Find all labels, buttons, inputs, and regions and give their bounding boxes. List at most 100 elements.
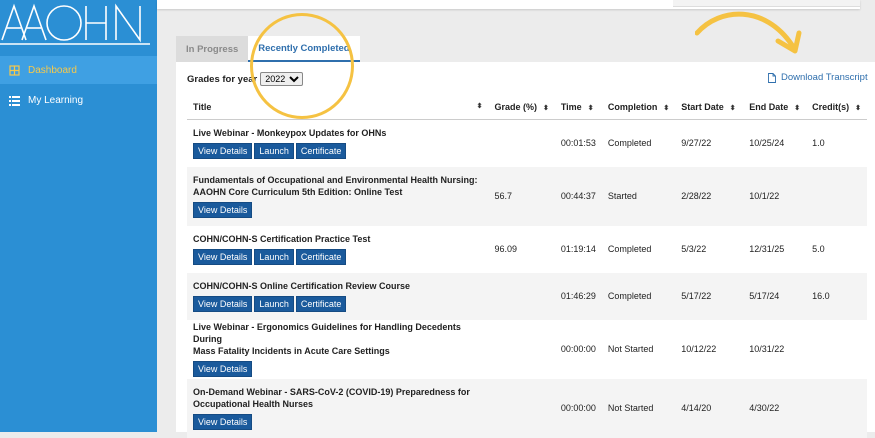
- download-transcript-label: Download Transcript: [781, 72, 868, 83]
- start-date-cell: 4/14/20: [675, 378, 744, 438]
- time-cell: 00:00:00: [554, 378, 602, 438]
- view-details-button[interactable]: View Details: [193, 202, 253, 218]
- certificate-button[interactable]: Certificate: [295, 143, 347, 160]
- credits-cell: [806, 320, 867, 379]
- start-date-cell: 2/28/22: [675, 166, 744, 226]
- arrow-annotation-icon: [695, 11, 802, 54]
- course-title-cell: Live Webinar - Ergonomics Guidelines for…: [187, 320, 488, 379]
- transcript-table: Title ⬍ Grade (%) ⬍ Time ⬍ Completion ⬍ Star…: [187, 95, 867, 438]
- course-title-line: Fundamentals of Occupational and Environ…: [193, 175, 478, 185]
- view-details-button[interactable]: View Details: [193, 143, 253, 160]
- column-header-grade[interactable]: Grade (%) ⬍: [488, 95, 555, 120]
- course-title-line: Mass Fatality Incidents in Acute Care Se…: [193, 346, 390, 356]
- sidebar: Dashboard My Learning: [0, 0, 157, 432]
- credits-cell: 16.0: [806, 272, 867, 320]
- course-title-line: Live Webinar - Ergonomics Guidelines for…: [193, 322, 461, 344]
- certificate-button[interactable]: Certificate: [295, 249, 347, 265]
- launch-button[interactable]: Launch: [254, 143, 294, 160]
- grade-cell: 56.7: [488, 166, 555, 226]
- end-date-cell: 4/30/22: [743, 378, 807, 438]
- sort-icon[interactable]: ⬍: [543, 105, 549, 112]
- tab-in-progress[interactable]: In Progress: [176, 36, 249, 62]
- course-title-line: Live Webinar - Monkeypox Updates for OHN…: [193, 128, 387, 139]
- grade-cell: [488, 378, 555, 438]
- table-row: On-Demand Webinar - SARS-CoV-2 (COVID-19…: [187, 378, 867, 438]
- grade-cell: [488, 120, 554, 167]
- transcript-panel: Grades for year 2022 Download Transcript…: [176, 62, 875, 438]
- column-header-completion[interactable]: Completion ⬍: [601, 95, 676, 120]
- course-title: On-Demand Webinar - SARS-CoV-2 (COVID-19…: [193, 386, 482, 410]
- launch-button[interactable]: Launch: [254, 296, 294, 312]
- sort-icon[interactable]: ⬍: [663, 105, 669, 112]
- completion-cell: Completed: [607, 244, 652, 254]
- course-title-cell: Fundamentals of Occupational and Environ…: [187, 166, 489, 226]
- completion-cell: Completed: [607, 138, 652, 149]
- end-date-cell: 12/31/25: [749, 244, 785, 254]
- column-header-credits[interactable]: Credit(s) ⬍: [806, 95, 867, 120]
- view-details-button[interactable]: View Details: [193, 414, 253, 430]
- view-details-button[interactable]: View Details: [193, 296, 253, 312]
- course-title: COHN/COHN-S Online Certification Review …: [193, 280, 482, 292]
- course-title-line: COHN/COHN-S Certification Practice Test: [193, 234, 371, 244]
- time-cell: 00:00:00: [560, 344, 596, 354]
- sort-icon[interactable]: ⬍: [588, 105, 594, 112]
- grade-cell: [488, 272, 555, 320]
- grade-cell: 96.09: [494, 244, 517, 254]
- dashboard-icon: [9, 64, 20, 76]
- sort-icon[interactable]: ⬍: [477, 102, 483, 110]
- table-row: Fundamentals of Occupational and Environ…: [187, 166, 867, 226]
- credits-cell: 5.0: [812, 244, 825, 254]
- download-transcript-link[interactable]: Download Transcript: [768, 72, 868, 83]
- certificate-button[interactable]: Certificate: [295, 296, 347, 312]
- list-icon: [9, 95, 20, 106]
- column-header-start-date[interactable]: Start Date ⬍: [675, 95, 744, 120]
- time-cell: 00:01:53: [560, 138, 596, 149]
- sidebar-item-dashboard[interactable]: Dashboard: [0, 56, 157, 84]
- document-icon: [768, 72, 776, 83]
- course-title-line: COHN/COHN-S Online Certification Review …: [193, 281, 411, 291]
- start-date-cell: 9/27/22: [681, 138, 712, 149]
- completion-cell: Completed: [601, 272, 676, 320]
- completion-cell: Not Started: [601, 378, 676, 438]
- table-row: Live Webinar - Monkeypox Updates for OHN…: [187, 120, 867, 167]
- credits-cell: [806, 166, 867, 226]
- sort-icon[interactable]: ⬍: [855, 105, 861, 112]
- course-title: Live Webinar - Ergonomics Guidelines for…: [193, 321, 482, 357]
- table-row: Live Webinar - Ergonomics Guidelines for…: [187, 320, 867, 379]
- course-title-line: Occupational Health Nurses: [193, 399, 314, 409]
- table-row: COHN/COHN-S Certification Practice Test V…: [187, 226, 867, 273]
- credits-cell: 1.0: [812, 138, 825, 149]
- course-title-cell: COHN/COHN-S Online Certification Review …: [187, 272, 489, 320]
- start-date-cell: 5/17/22: [675, 272, 744, 320]
- course-title: Live Webinar - Monkeypox Updates for OHN…: [193, 127, 482, 139]
- aaohn-logo[interactable]: [0, 0, 157, 52]
- end-date-cell: 5/17/24: [743, 272, 807, 320]
- end-date-cell: 10/25/24: [749, 138, 785, 149]
- completion-cell: Started: [601, 166, 676, 226]
- credits-cell: [806, 378, 867, 438]
- course-title-line: AAOHN Core Curriculum 5th Edition: Onlin…: [193, 187, 403, 197]
- tab-label: In Progress: [186, 43, 239, 55]
- start-date-cell: 5/3/22: [681, 244, 707, 254]
- grades-year-label: Grades for year: [187, 73, 258, 85]
- launch-button[interactable]: Launch: [254, 249, 294, 265]
- time-cell: 01:19:14: [560, 244, 596, 254]
- end-date-cell: 10/1/22: [743, 166, 807, 226]
- sidebar-item-my-learning[interactable]: My Learning: [0, 86, 157, 114]
- course-title: COHN/COHN-S Certification Practice Test: [193, 233, 482, 245]
- time-cell: 00:44:37: [554, 166, 602, 226]
- view-details-button[interactable]: View Details: [193, 249, 253, 265]
- time-cell: 01:46:29: [554, 272, 602, 320]
- end-date-cell: 10/31/22: [749, 344, 785, 354]
- highlight-circle: [250, 13, 354, 119]
- view-details-button[interactable]: View Details: [193, 361, 253, 377]
- course-title-cell: On-Demand Webinar - SARS-CoV-2 (COVID-19…: [187, 378, 489, 438]
- sort-icon[interactable]: ⬍: [730, 105, 736, 112]
- completion-cell: Not Started: [607, 344, 654, 354]
- start-date-cell: 10/12/22: [681, 344, 717, 354]
- column-header-end-date[interactable]: End Date ⬍: [743, 95, 807, 120]
- sidebar-item-label: My Learning: [28, 94, 84, 106]
- sort-icon[interactable]: ⬍: [794, 105, 800, 112]
- column-header-time[interactable]: Time ⬍: [554, 95, 602, 120]
- sidebar-item-label: Dashboard: [28, 64, 77, 76]
